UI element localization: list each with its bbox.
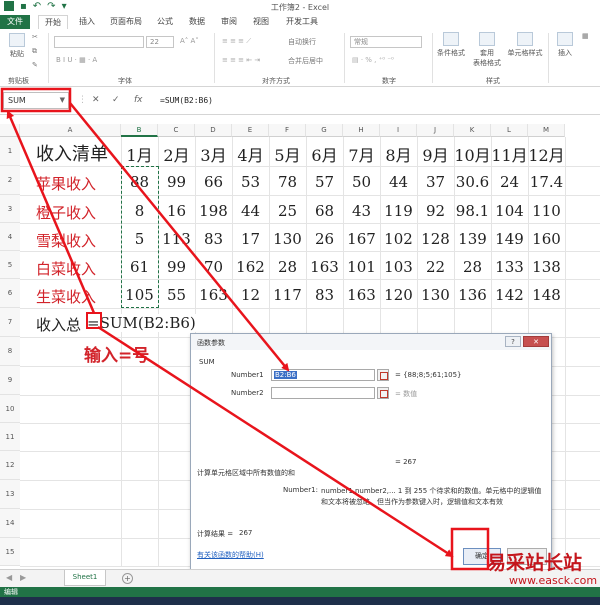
arrow-to-name-box bbox=[6, 110, 96, 314]
equals-sign-highlight bbox=[86, 312, 102, 329]
ok-button-highlight bbox=[450, 527, 490, 571]
annotation-overlay bbox=[0, 87, 490, 571]
arrow-to-ok bbox=[97, 325, 454, 558]
name-box-highlight bbox=[0, 87, 72, 113]
